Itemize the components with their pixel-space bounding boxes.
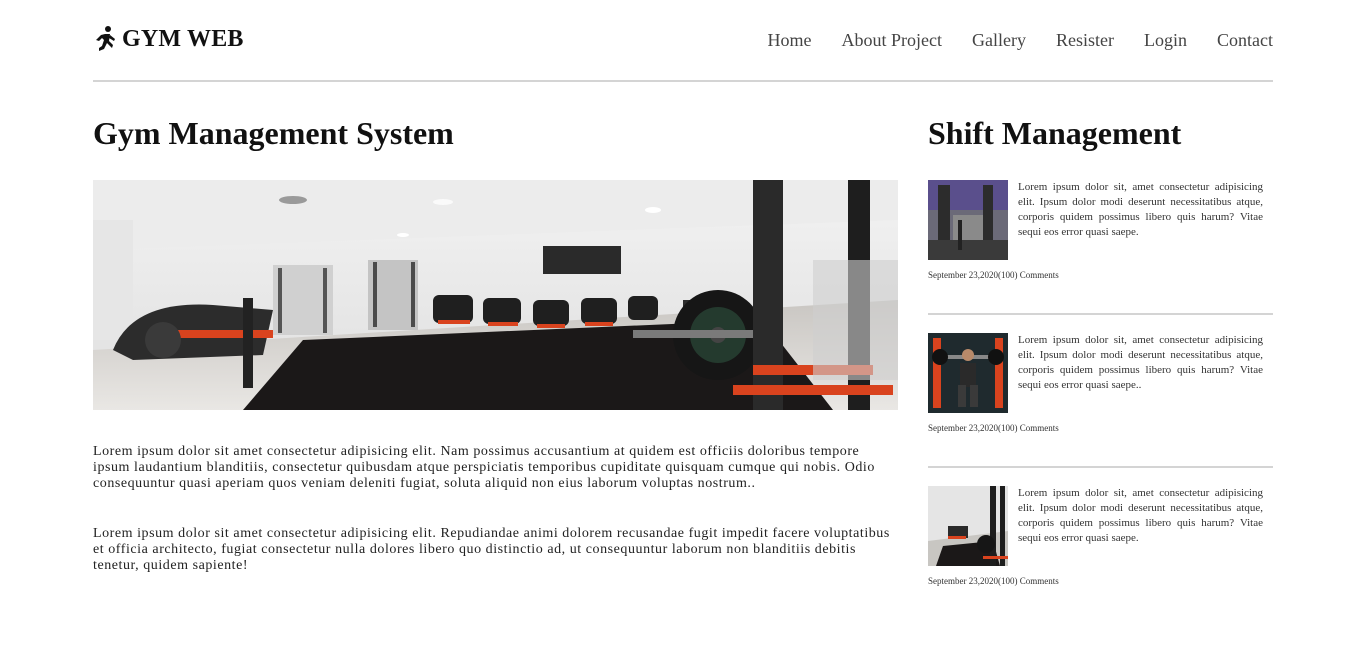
nav-contact[interactable]: Contact — [1217, 30, 1273, 50]
post-excerpt: Lorem ipsum dolor sit, amet consectetur … — [1018, 334, 1263, 391]
nav-home[interactable]: Home — [768, 30, 812, 50]
shift-post: Lorem ipsum dolor sit, amet consectetur … — [928, 333, 1273, 468]
post-thumbnail[interactable] — [928, 486, 1008, 566]
page-title: Gym Management System — [93, 115, 454, 151]
post-thumbnail[interactable] — [928, 333, 1008, 413]
brand-logo[interactable]: GYM WEB — [93, 24, 244, 54]
post-meta: September 23,2020(100) Comments — [928, 270, 1059, 280]
nav-gallery[interactable]: Gallery — [972, 30, 1026, 50]
nav-register[interactable]: Resister — [1056, 30, 1114, 50]
running-person-icon — [96, 26, 115, 51]
shift-post: Lorem ipsum dolor sit, amet consectetur … — [928, 180, 1273, 315]
post-excerpt: Lorem ipsum dolor sit, amet consectetur … — [1018, 181, 1263, 238]
intro-paragraph-2: Lorem ipsum dolor sit amet consectetur a… — [93, 526, 890, 573]
gym-hero-image — [93, 180, 898, 410]
post-excerpt: Lorem ipsum dolor sit, amet consectetur … — [1018, 487, 1263, 544]
site-header: GYM WEB Home About Project Gallery Resis… — [93, 0, 1273, 82]
intro-paragraph-1: Lorem ipsum dolor sit amet consectetur a… — [93, 444, 875, 491]
nav-login[interactable]: Login — [1144, 30, 1187, 50]
sidebar-title: Shift Management — [928, 115, 1182, 151]
post-thumbnail[interactable] — [928, 180, 1008, 260]
main-nav: Home About Project Gallery Resister Logi… — [768, 30, 1273, 50]
page: GYM WEB Home About Project Gallery Resis… — [0, 0, 1366, 657]
post-meta: September 23,2020(100) Comments — [928, 423, 1059, 433]
nav-about-project[interactable]: About Project — [842, 30, 943, 50]
brand-name: GYM WEB — [122, 26, 244, 52]
post-meta: September 23,2020(100) Comments — [928, 576, 1059, 586]
shift-post: Lorem ipsum dolor sit, amet consectetur … — [928, 486, 1273, 621]
